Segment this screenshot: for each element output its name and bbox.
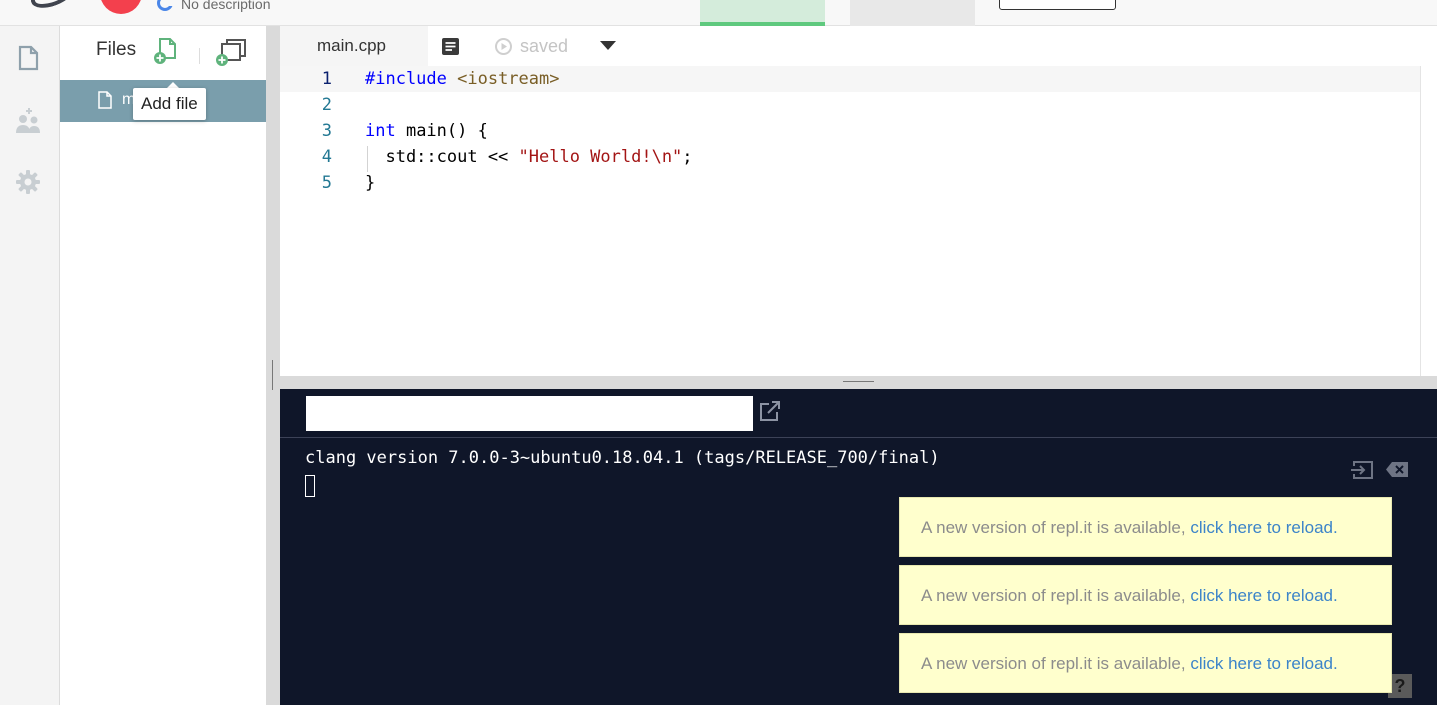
code-token: "Hello World!\n" bbox=[518, 147, 683, 167]
console-cursor[interactable] bbox=[305, 475, 315, 497]
chevron-down-icon[interactable] bbox=[600, 41, 616, 50]
repl-workspace: No description Files m Add file main.cpp… bbox=[0, 0, 1437, 705]
history-icon bbox=[495, 38, 512, 55]
open-new-tab-icon[interactable] bbox=[758, 399, 782, 423]
code-token: int bbox=[365, 121, 396, 141]
file-icon bbox=[98, 91, 112, 109]
document-icon[interactable] bbox=[441, 37, 460, 56]
code-token: ; bbox=[682, 147, 693, 167]
code-token: <iostream> bbox=[457, 69, 560, 89]
console-output-line: clang version 7.0.0-3~ubuntu0.18.04.1 (t… bbox=[305, 448, 940, 468]
line-number: 1 bbox=[321, 69, 332, 89]
toolbar-divider bbox=[199, 48, 200, 64]
code-editor[interactable]: 1 #include <iostream> 2 3 int main() {4 std:… bbox=[280, 66, 1420, 376]
top-tab-active[interactable] bbox=[700, 0, 825, 26]
update-notification[interactable]: A new version of repl.it is available, c… bbox=[899, 565, 1392, 625]
code-line[interactable]: 4 std::cout << "Hello World!\n"; bbox=[280, 144, 1420, 170]
top-action-button[interactable] bbox=[999, 0, 1116, 10]
notification-text: A new version of repl.it is available, bbox=[921, 518, 1191, 537]
top-bar: No description bbox=[0, 0, 1437, 26]
panel-splitter[interactable] bbox=[266, 26, 280, 705]
console-header bbox=[280, 389, 1437, 438]
repl-logo-icon[interactable] bbox=[27, 0, 77, 13]
line-number: 3 bbox=[321, 121, 332, 141]
editor-scrollbar[interactable] bbox=[1420, 66, 1437, 376]
clear-console-icon[interactable] bbox=[1386, 462, 1408, 477]
tab-main-cpp[interactable]: main.cpp bbox=[280, 26, 428, 66]
console-splitter[interactable] bbox=[280, 376, 1437, 389]
code-text: int main() { bbox=[365, 118, 488, 144]
code-line[interactable]: 2 bbox=[280, 92, 1420, 118]
code-text: std::cout << "Hello World!\n"; bbox=[365, 144, 693, 170]
reload-link[interactable]: click here to reload. bbox=[1190, 654, 1337, 673]
update-notification[interactable]: A new version of repl.it is available, c… bbox=[899, 497, 1392, 557]
top-tab[interactable] bbox=[850, 0, 975, 26]
code-token: main() { bbox=[395, 121, 488, 141]
add-file-tooltip: Add file bbox=[133, 88, 206, 120]
code-text: #include <iostream> bbox=[365, 66, 559, 92]
code-line[interactable]: 1 #include <iostream> bbox=[280, 66, 1420, 92]
splitter-grip[interactable] bbox=[272, 360, 273, 390]
splitter-grip[interactable] bbox=[843, 381, 874, 382]
code-line[interactable]: 5} bbox=[280, 170, 1420, 196]
line-number: 4 bbox=[321, 147, 332, 167]
activity-rail bbox=[0, 26, 60, 705]
notification-text: A new version of repl.it is available, bbox=[921, 586, 1191, 605]
file-panel: Files m Add file bbox=[60, 26, 266, 705]
tab-label: main.cpp bbox=[317, 36, 386, 55]
code-token: std::cout << bbox=[365, 147, 519, 167]
notification-text: A new version of repl.it is available, bbox=[921, 654, 1191, 673]
settings-gear-icon[interactable] bbox=[14, 168, 42, 196]
run-button[interactable] bbox=[100, 0, 142, 14]
line-number: 5 bbox=[321, 173, 332, 193]
reload-link[interactable]: click here to reload. bbox=[1190, 518, 1337, 537]
add-folder-button[interactable] bbox=[216, 36, 248, 66]
files-icon[interactable] bbox=[14, 44, 42, 72]
files-title: Files bbox=[96, 39, 137, 60]
indent-guide bbox=[367, 146, 368, 172]
code-line[interactable]: 3 int main() { bbox=[280, 118, 1420, 144]
update-notification[interactable]: A new version of repl.it is available, c… bbox=[899, 633, 1392, 693]
code-token: } bbox=[365, 173, 376, 193]
editor-tab-bar: main.cpp saved bbox=[280, 26, 1437, 66]
console-input-icon[interactable] bbox=[1350, 460, 1374, 480]
tab-bar-filler bbox=[428, 26, 1437, 66]
language-icon bbox=[157, 0, 173, 11]
save-status: saved bbox=[520, 36, 569, 56]
repl-description[interactable]: No description bbox=[181, 0, 271, 12]
line-number: 2 bbox=[321, 95, 332, 115]
multiplayer-icon[interactable] bbox=[14, 106, 42, 134]
code-text: } bbox=[365, 170, 375, 196]
code-token: #include bbox=[365, 69, 458, 89]
reload-link[interactable]: click here to reload. bbox=[1190, 586, 1337, 605]
add-file-button[interactable] bbox=[153, 36, 181, 66]
web-url-input[interactable] bbox=[306, 396, 753, 431]
